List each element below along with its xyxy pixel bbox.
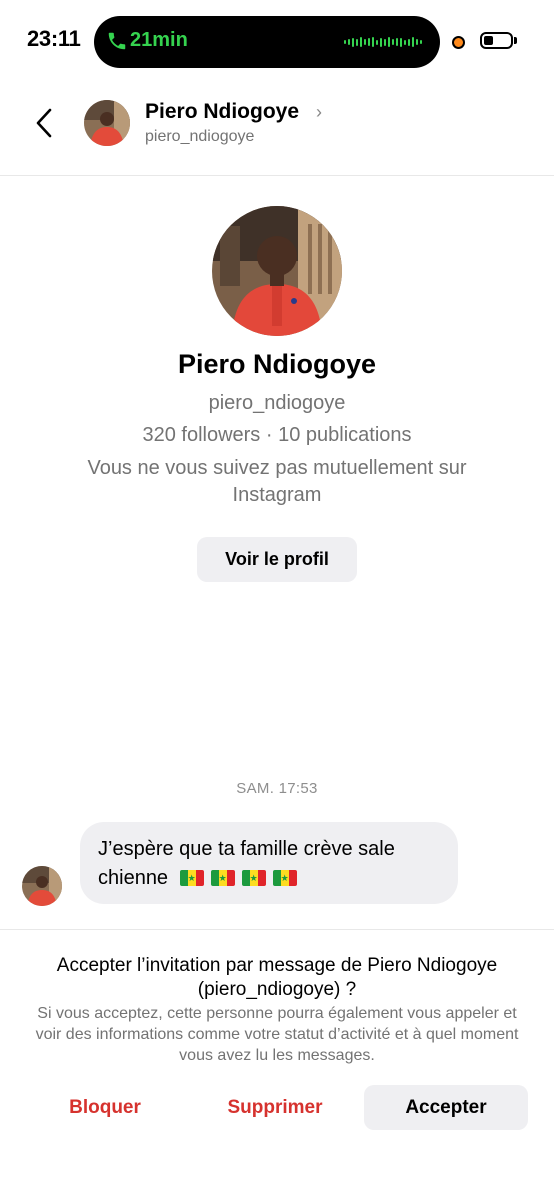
message-sender-avatar[interactable] [22,866,62,906]
view-profile-button[interactable]: Voir le profil [197,537,357,582]
battery-tip [514,37,517,44]
profile-avatar[interactable] [212,206,342,336]
invite-title: Accepter l’invitation par message de Pie… [56,955,498,1000]
senegal-flag-icon [179,870,204,887]
profile-stats: 320 followers · 10 publications [142,424,412,446]
audio-waveform-icon [344,35,422,49]
senegal-flag-icon [272,870,297,887]
activity-indicator-dot [452,36,465,49]
header-username: piero_ndiogoye [145,128,255,145]
message-request-panel: Accepter l’invitation par message de Pie… [0,929,554,1200]
back-arrow-icon[interactable] [30,106,60,140]
invite-description: Si vous acceptez, cette personne pourra … [35,1005,519,1064]
call-timer: 21min [130,29,188,51]
delete-button[interactable]: Supprimer [205,1085,345,1130]
header-avatar[interactable] [84,100,130,146]
accept-button[interactable]: Accepter [364,1085,528,1130]
senegal-flag-icon [210,870,235,887]
block-button[interactable]: Bloquer [40,1085,170,1130]
chevron-right-icon[interactable]: › [316,102,322,123]
profile-name: Piero Ndiogoye [177,349,377,379]
message-bubble[interactable]: J’espère que ta famille crève sale chien… [80,822,458,904]
mutual-follow-notice: Vous ne vous suivez pas mutuellement sur… [87,457,467,506]
battery-icon [480,32,513,49]
senegal-flag-icon [241,870,266,887]
status-time: 23:11 [27,26,81,51]
chat-header: Piero Ndiogoye › piero_ndiogoye [0,84,554,176]
dynamic-island-call[interactable]: 21min [94,16,440,68]
status-bar: 23:11 21min [0,0,554,84]
profile-username: piero_ndiogoye [208,392,346,414]
header-name[interactable]: Piero Ndiogoye [145,100,299,124]
flag-group [174,864,304,893]
message-timestamp: SAM. 17:53 [236,780,318,797]
phone-icon [108,32,126,50]
